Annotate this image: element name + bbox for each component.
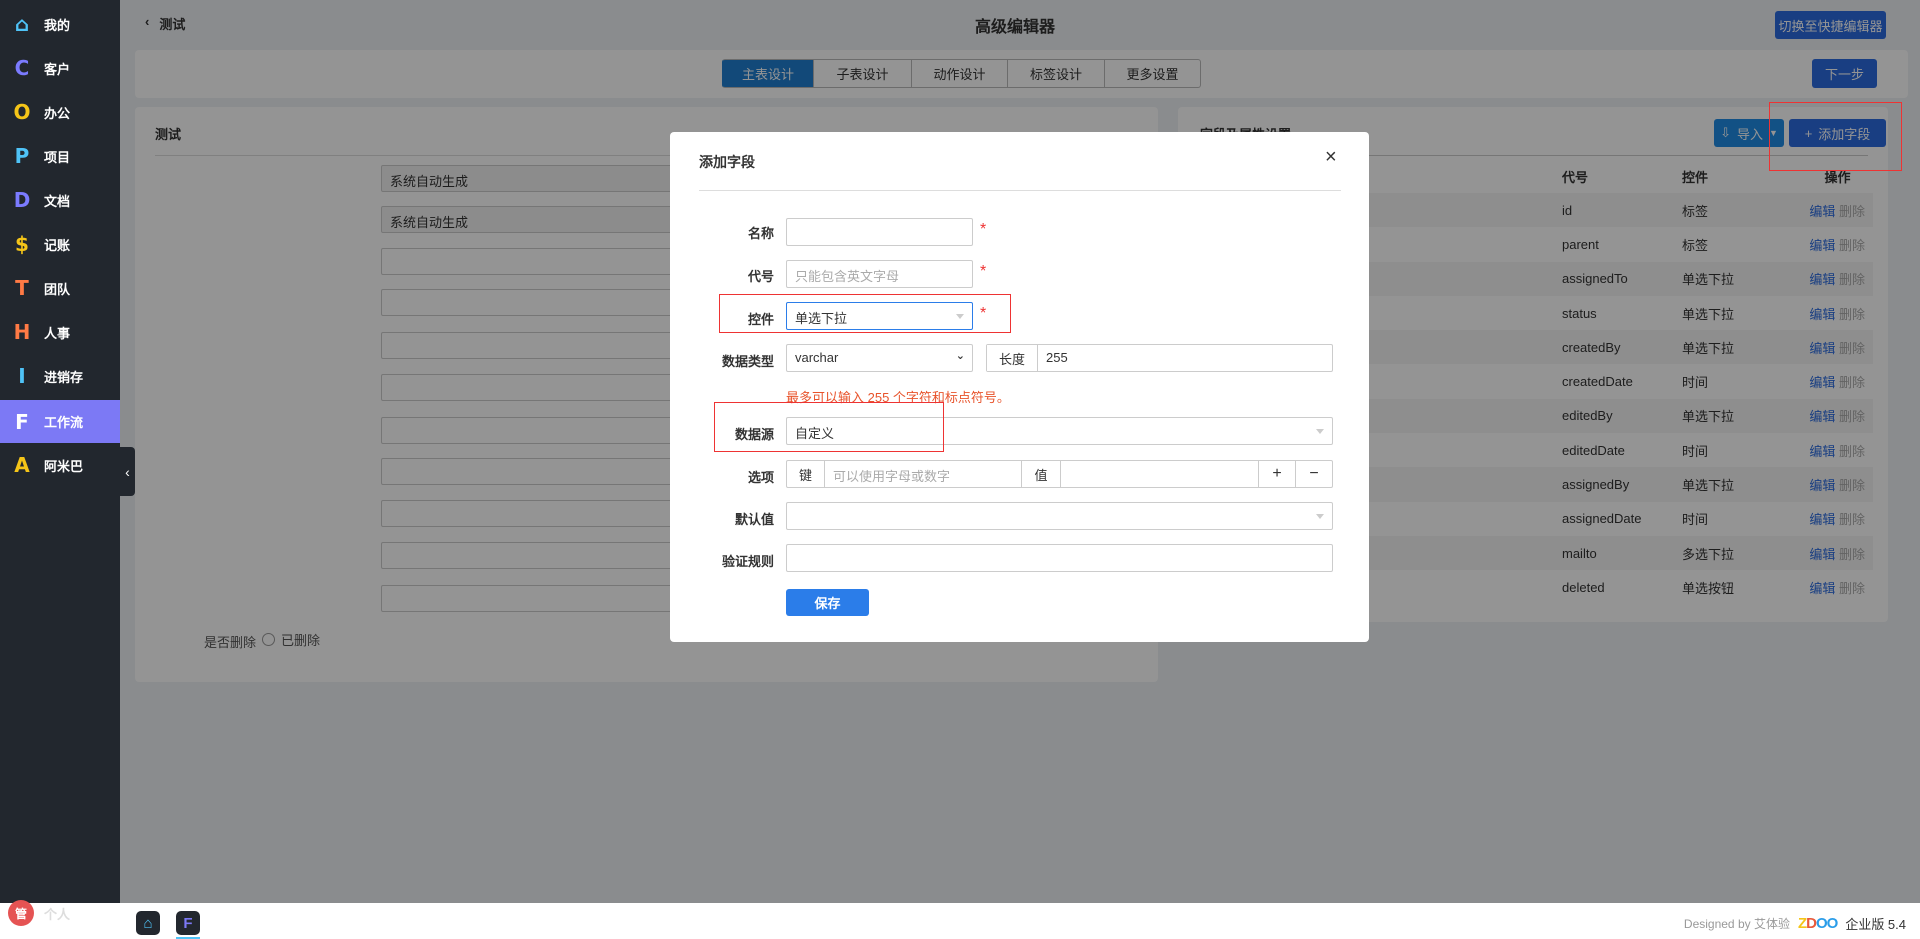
letter-h-icon: H [13, 320, 31, 344]
sidebar-item-6[interactable]: T 团队 [0, 266, 120, 310]
sidebar-item-8[interactable]: I 进销存 [0, 354, 120, 398]
default-select[interactable] [786, 502, 1333, 530]
designed-by: Designed by 艾体验 [1683, 917, 1790, 931]
zdoo-logo: ZDOO [1797, 915, 1838, 932]
add-field-modal: 添加字段 × 名称 * 代号 只能包含英文字母 * 控件 单选下拉 * 数据类型… [670, 132, 1369, 642]
modal-title: 添加字段 [699, 154, 755, 170]
sidebar-item-4[interactable]: D 文档 [0, 178, 120, 222]
sidebar-item-label: 我的 [44, 17, 71, 33]
options-label: 选项 [747, 470, 774, 485]
sidebar-item-3[interactable]: P 项目 [0, 134, 120, 178]
letter-o-icon: O [13, 100, 31, 124]
name-input[interactable] [786, 218, 973, 246]
type-value: varchar [795, 350, 839, 365]
type-label: 数据类型 [721, 354, 774, 369]
rule-input[interactable] [786, 544, 1333, 572]
letter-f-icon: F [15, 409, 29, 434]
options-group: 键 可以使用字母或数字 值 + − [786, 460, 1333, 488]
sidebar-item-9[interactable]: F 工作流 [0, 400, 120, 443]
avatar: 管 [8, 900, 34, 926]
chevron-down-icon [1316, 429, 1324, 434]
sidebar: ⌂ 我的 C 客户 O 办公 P 项目 D 文档 $ 记账 T 团队 H 人事 I 进销存 F 工作流 A 阿米巴 [0, 0, 120, 903]
taskbar-workflow-icon[interactable]: F [176, 911, 200, 935]
letter-c-icon: C [14, 56, 30, 80]
key-label: 键 [787, 461, 825, 487]
value-input[interactable] [1061, 461, 1259, 487]
length-input[interactable]: 255 [1038, 345, 1076, 371]
sidebar-item-label: 办公 [44, 105, 71, 121]
sidebar-item-label: 人事 [44, 325, 71, 341]
taskbar-home-icon[interactable]: ⌂ [136, 911, 160, 935]
code-input[interactable]: 只能包含英文字母 [786, 260, 973, 288]
highlight-box-control [719, 294, 1011, 333]
letter-t-icon: T [15, 276, 29, 300]
highlight-box-add-field [1769, 102, 1902, 171]
rule-label: 验证规则 [721, 554, 774, 569]
highlight-box-source [714, 402, 944, 452]
home-icon: ⌂ [14, 12, 30, 36]
sidebar-item-label: 团队 [44, 281, 71, 297]
taskbar: ⌂ F Designed by 艾体验 ZDOO 企业版 5.4 [0, 903, 1920, 939]
name-label: 名称 [747, 226, 774, 241]
sidebar-item-label: 工作流 [44, 415, 84, 430]
divider [699, 190, 1341, 191]
sidebar-item-label: 项目 [44, 149, 71, 165]
sidebar-item-2[interactable]: O 办公 [0, 90, 120, 134]
sidebar-item-label: 阿米巴 [44, 458, 84, 474]
dollar-icon: $ [15, 232, 29, 256]
letter-d-icon: D [13, 188, 31, 212]
required-mark: * [980, 263, 987, 280]
value-label: 值 [1022, 461, 1061, 487]
add-option-button[interactable]: + [1259, 461, 1296, 487]
type-select[interactable]: varchar ⌄ [786, 344, 973, 372]
chevron-down-icon [1316, 514, 1324, 519]
sidebar-item-7[interactable]: H 人事 [0, 310, 120, 354]
sidebar-collapse-button[interactable]: ‹ [120, 447, 135, 496]
sidebar-item-label: 记账 [44, 237, 71, 253]
default-label: 默认值 [734, 512, 774, 527]
code-label: 代号 [747, 269, 774, 284]
letter-a-icon: A [14, 453, 30, 477]
personal-menu[interactable]: 管 个人 [8, 900, 70, 926]
footer: Designed by 艾体验 ZDOO 企业版 5.4 [1684, 914, 1906, 933]
sidebar-item-label: 客户 [44, 61, 71, 77]
close-icon[interactable]: × [1325, 146, 1337, 169]
length-label: 长度 [987, 345, 1038, 371]
personal-label: 个人 [44, 906, 71, 922]
save-button[interactable]: 保存 [786, 589, 869, 616]
sidebar-item-label: 文档 [44, 193, 71, 209]
remove-option-button[interactable]: − [1296, 461, 1332, 487]
sidebar-item-1[interactable]: C 客户 [0, 46, 120, 90]
chevron-down-icon: ⌄ [955, 350, 965, 362]
sidebar-item-0[interactable]: ⌂ 我的 [0, 2, 120, 46]
length-group: 长度 255 [986, 344, 1333, 372]
edition: 企业版 5.4 [1845, 917, 1906, 932]
letter-i-icon: I [18, 364, 26, 388]
key-input[interactable]: 可以使用字母或数字 [825, 461, 1022, 487]
sidebar-item-label: 进销存 [44, 369, 84, 385]
sidebar-item-5[interactable]: $ 记账 [0, 222, 120, 266]
required-mark: * [980, 221, 987, 238]
sidebar-item-10[interactable]: A 阿米巴 [0, 443, 120, 487]
letter-p-icon: P [14, 144, 30, 168]
